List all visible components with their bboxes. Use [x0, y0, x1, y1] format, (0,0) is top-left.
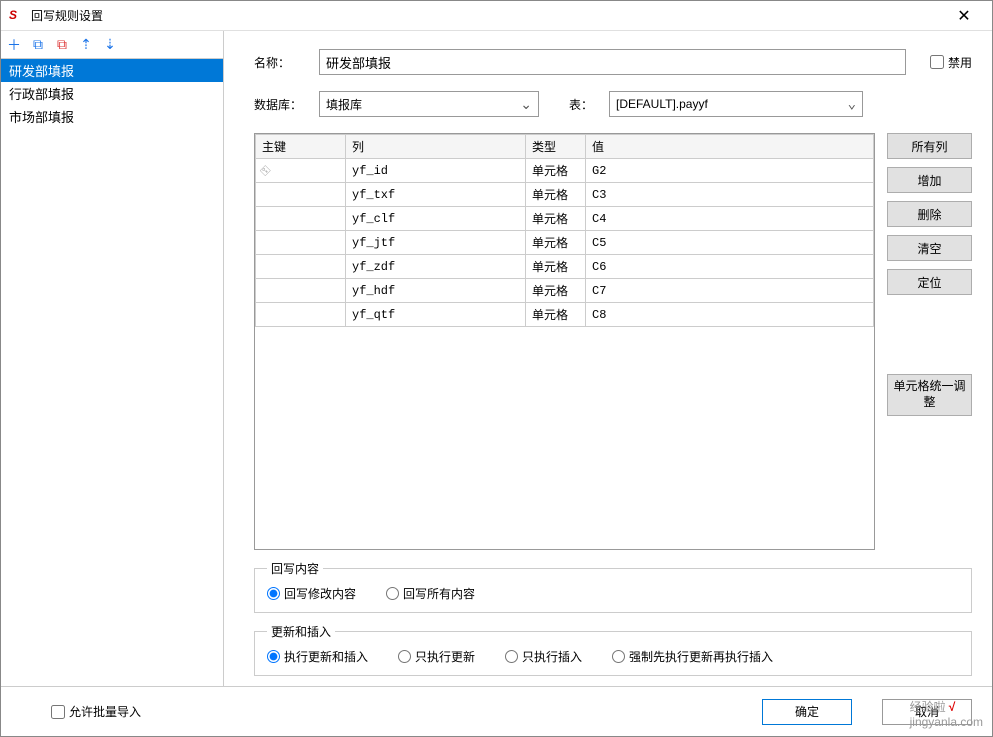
name-label: 名称：	[254, 54, 309, 71]
mapping-table: 主键 列 类型 值 ⚿yf_id单元格G2yf_txf单元格C3yf_clf单元…	[254, 133, 875, 550]
update-insert-legend: 更新和插入	[267, 623, 335, 640]
th-col: 列	[346, 135, 526, 159]
cell-key[interactable]	[256, 231, 346, 255]
cell-type[interactable]: 单元格	[526, 279, 586, 303]
add-icon[interactable]: ＋	[5, 36, 23, 54]
sidebar-toolbar: ＋ ⧉ ⧉ ⇡ ⇣	[1, 31, 223, 59]
copy-icon[interactable]: ⧉	[29, 36, 47, 54]
db-label: 数据库：	[254, 96, 309, 113]
ui-opt4[interactable]: 强制先执行更新再执行插入	[612, 648, 773, 665]
table-row[interactable]: yf_qtf单元格C8	[256, 303, 874, 327]
cell-col[interactable]: yf_txf	[346, 183, 526, 207]
cell-col[interactable]: yf_id	[346, 159, 526, 183]
db-select[interactable]: 填报库	[319, 91, 539, 117]
writeback-fieldset: 回写内容 回写修改内容 回写所有内容	[254, 560, 972, 613]
table-row[interactable]: yf_clf单元格C4	[256, 207, 874, 231]
table-row[interactable]: yf_txf单元格C3	[256, 183, 874, 207]
table-label: 表：	[569, 96, 599, 113]
table-select[interactable]: [DEFAULT].payyf	[609, 91, 863, 117]
cell-key[interactable]	[256, 303, 346, 327]
cell-col[interactable]: yf_zdf	[346, 255, 526, 279]
ui-opt3[interactable]: 只执行插入	[505, 648, 582, 665]
th-type: 类型	[526, 135, 586, 159]
cell-type[interactable]: 单元格	[526, 303, 586, 327]
name-input[interactable]	[319, 49, 906, 75]
disable-label: 禁用	[948, 54, 972, 71]
add-button[interactable]: 增加	[887, 167, 972, 193]
rule-list: 研发部填报 行政部填报 市场部填报	[1, 59, 223, 686]
sidebar: ＋ ⧉ ⧉ ⇡ ⇣ 研发部填报 行政部填报 市场部填报	[1, 31, 224, 686]
table-row[interactable]: ⚿ yf_id单元格G2	[256, 159, 874, 183]
rule-item-0[interactable]: 研发部填报	[1, 59, 223, 82]
cell-key[interactable]	[256, 279, 346, 303]
move-up-icon[interactable]: ⇡	[77, 36, 95, 54]
close-icon[interactable]: ✕	[944, 6, 984, 26]
cell-col[interactable]: yf_hdf	[346, 279, 526, 303]
update-insert-fieldset: 更新和插入 执行更新和插入 只执行更新 只执行插入 强制先执行更新再执行插入	[254, 623, 972, 676]
table-row[interactable]: yf_jtf单元格C5	[256, 231, 874, 255]
rule-item-2[interactable]: 市场部填报	[1, 105, 223, 128]
table-row[interactable]: yf_hdf单元格C7	[256, 279, 874, 303]
clear-button[interactable]: 清空	[887, 235, 972, 261]
cancel-button[interactable]: 取消	[882, 699, 972, 725]
th-val: 值	[586, 135, 874, 159]
cell-val[interactable]: C6	[586, 255, 874, 279]
cell-type[interactable]: 单元格	[526, 255, 586, 279]
cell-type[interactable]: 单元格	[526, 159, 586, 183]
delete-icon[interactable]: ⧉	[53, 36, 71, 54]
move-down-icon[interactable]: ⇣	[101, 36, 119, 54]
cell-key[interactable]	[256, 255, 346, 279]
th-key: 主键	[256, 135, 346, 159]
cell-type[interactable]: 单元格	[526, 231, 586, 255]
batch-import-checkbox[interactable]	[51, 705, 65, 719]
writeback-legend: 回写内容	[267, 560, 323, 577]
key-icon: ⚿	[259, 163, 274, 178]
side-buttons: 所有列 增加 删除 清空 定位 单元格统一调整	[887, 133, 972, 550]
all-cols-button[interactable]: 所有列	[887, 133, 972, 159]
cell-key[interactable]	[256, 207, 346, 231]
cell-val[interactable]: C7	[586, 279, 874, 303]
cell-col[interactable]: yf_jtf	[346, 231, 526, 255]
cell-val[interactable]: C5	[586, 231, 874, 255]
cell-val[interactable]: C3	[586, 183, 874, 207]
cell-key[interactable]: ⚿	[256, 159, 346, 183]
ui-opt2[interactable]: 只执行更新	[398, 648, 475, 665]
writeback-opt2[interactable]: 回写所有内容	[386, 585, 475, 602]
title-bar: S 回写规则设置 ✕	[1, 1, 992, 31]
main-panel: 名称： 禁用 数据库： 填报库 表： [DEFAULT].payyf	[224, 31, 992, 686]
ok-button[interactable]: 确定	[762, 699, 852, 725]
cell-val[interactable]: C4	[586, 207, 874, 231]
disable-checkbox[interactable]: 禁用	[930, 54, 972, 71]
cell-adjust-button[interactable]: 单元格统一调整	[887, 374, 972, 416]
locate-button[interactable]: 定位	[887, 269, 972, 295]
ui-opt1[interactable]: 执行更新和插入	[267, 648, 368, 665]
cell-col[interactable]: yf_clf	[346, 207, 526, 231]
cell-type[interactable]: 单元格	[526, 207, 586, 231]
cell-val[interactable]: C8	[586, 303, 874, 327]
app-icon: S	[9, 8, 25, 24]
cell-key[interactable]	[256, 183, 346, 207]
rule-item-1[interactable]: 行政部填报	[1, 82, 223, 105]
disable-checkbox-input[interactable]	[930, 55, 944, 69]
window-title: 回写规则设置	[31, 7, 944, 24]
cell-val[interactable]: G2	[586, 159, 874, 183]
footer: 允许批量导入 确定 取消	[1, 686, 992, 736]
batch-import-label: 允许批量导入	[69, 703, 141, 720]
cell-type[interactable]: 单元格	[526, 183, 586, 207]
table-row[interactable]: yf_zdf单元格C6	[256, 255, 874, 279]
writeback-opt1[interactable]: 回写修改内容	[267, 585, 356, 602]
cell-col[interactable]: yf_qtf	[346, 303, 526, 327]
delete-button[interactable]: 删除	[887, 201, 972, 227]
